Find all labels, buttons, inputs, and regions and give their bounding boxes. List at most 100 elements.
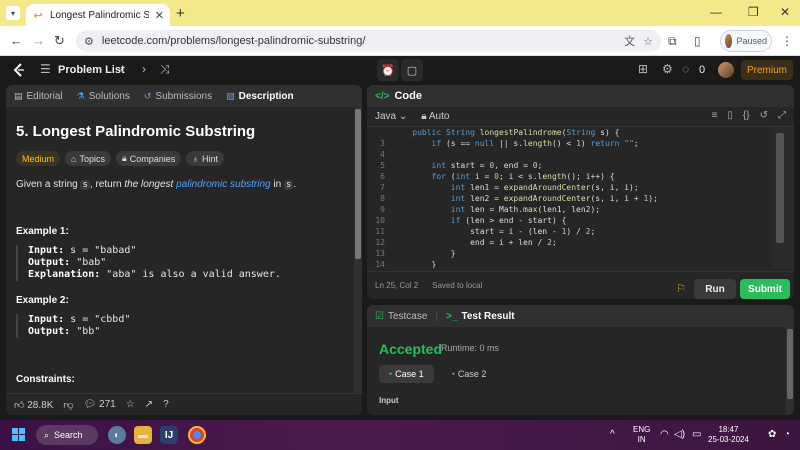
reload-icon[interactable]: ↻ [54, 33, 65, 49]
url-box[interactable]: ⚙ leetcode.com/problems/longest-palindro… [76, 30, 661, 52]
code-toolbar: Java ⌄ 🔒︎ Auto ≡ ▯ {} ↺ ⤢ [367, 107, 794, 127]
forward-icon[interactable]: → [32, 33, 45, 48]
tab-testcase[interactable]: ☑ Testcase [375, 311, 427, 322]
code-line[interactable]: 14 } [367, 259, 772, 268]
code-line[interactable]: 3 if (s == null || s.length() < 1) retur… [367, 138, 772, 149]
battery-icon[interactable]: ▭ [692, 429, 701, 440]
translate-icon[interactable]: 文 [624, 33, 635, 49]
side-panel-icon[interactable]: ▯ [694, 34, 701, 48]
next-problem-icon[interactable]: › [142, 62, 146, 76]
chrome-icon[interactable] [188, 426, 206, 444]
case-1-tab[interactable]: • Case 1 [379, 365, 434, 383]
editor-scrollbar[interactable] [772, 127, 794, 268]
topics-chip[interactable]: ⌂ Topics [65, 151, 111, 166]
new-tab-icon[interactable]: + [176, 5, 185, 22]
format-icon[interactable]: ≡ [712, 110, 718, 121]
code-line[interactable]: 6 for (int i = 0; i < s.length(); i++) { [367, 171, 772, 182]
taskbar-search[interactable]: ⌕ Search [36, 425, 98, 445]
code-editor[interactable]: public String longestPalindrome(String s… [367, 127, 772, 268]
bookmark-icon[interactable]: ▯ [727, 110, 733, 121]
problem-list-icon[interactable]: ☰ [40, 62, 51, 76]
close-window-icon[interactable]: ✕ [780, 5, 790, 19]
braces-icon[interactable]: {} [743, 110, 750, 121]
debug-icon[interactable]: ⚐ [676, 282, 686, 295]
prev-problem-icon[interactable]: ‹ [120, 62, 124, 76]
scrollbar-thumb[interactable] [355, 109, 361, 259]
site-info-icon[interactable]: ⚙ [84, 35, 94, 48]
layout-grid-icon[interactable]: ⊞ [638, 62, 648, 76]
minimize-icon[interactable]: — [710, 5, 722, 19]
file-explorer-icon[interactable]: ▬ [134, 426, 152, 444]
code-line[interactable]: 9 int len = Math.max(len1, len2); [367, 204, 772, 215]
leetcode-logo-icon[interactable] [12, 63, 26, 77]
code-line[interactable]: 5 int start = 0, end = 0; [367, 160, 772, 171]
desc-text: in [270, 179, 284, 190]
volume-icon[interactable]: ◁) [674, 429, 685, 440]
tab-search-icon[interactable]: ▾ [6, 6, 20, 20]
streak-fire-icon[interactable]: ◌ [682, 62, 689, 76]
case-2-tab[interactable]: • Case 2 [442, 365, 497, 383]
shuffle-icon[interactable]: ⤨ [160, 62, 170, 77]
timer-icon[interactable]: ⏰ [377, 59, 399, 81]
settings-gear-icon[interactable]: ⚙ [662, 62, 673, 76]
companies-chip[interactable]: 🔒︎ Companies [115, 151, 182, 166]
favorite-star-icon[interactable]: ☆ [126, 399, 135, 410]
url-text[interactable]: leetcode.com/problems/longest-palindromi… [102, 35, 616, 47]
code-line[interactable]: 11 start = i - (len - 1) / 2; [367, 226, 772, 237]
widgets-icon[interactable]: ◐ [108, 426, 126, 444]
tray-overflow-icon[interactable]: ^ [610, 429, 615, 440]
palindromic-substring-link[interactable]: palindromic substring [176, 179, 271, 190]
fullscreen-icon[interactable]: ⤢ [778, 110, 786, 121]
like-button[interactable]: 👍︎ 28.8K [14, 399, 53, 411]
extensions-icon[interactable]: ⧉ [668, 34, 677, 49]
auto-mode-toggle[interactable]: 🔒︎ Auto [421, 111, 449, 122]
tab-editorial[interactable]: ▤ Editorial [14, 91, 63, 102]
intellij-icon[interactable]: IJ [160, 426, 178, 444]
taskbar-clock[interactable]: 18:47 25-03-2024 [708, 425, 749, 445]
bookmark-star-icon[interactable]: ☆ [643, 35, 653, 48]
language-indicator[interactable]: ENG IN [633, 425, 650, 445]
result-scrollbar[interactable] [786, 327, 794, 415]
wifi-icon[interactable]: ◠ [660, 429, 669, 440]
description-scrollbar[interactable] [354, 107, 362, 393]
case-1-label: Case 1 [395, 369, 424, 379]
code-line[interactable]: 7 int len1 = expandAroundCenter(s, i, i)… [367, 182, 772, 193]
run-button[interactable]: Run [694, 279, 736, 299]
companies-label: Companies [129, 153, 176, 164]
profile-status: Paused [736, 36, 767, 46]
language-select[interactable]: Java ⌄ [375, 111, 407, 122]
hint-chip[interactable]: ♁ Hint [186, 151, 225, 166]
windows-start-icon[interactable] [12, 428, 26, 442]
code-line[interactable]: 13 } [367, 248, 772, 259]
notifications-icon[interactable]: ◔ [784, 429, 790, 440]
tab-solutions[interactable]: ⚗ Solutions [77, 91, 130, 102]
tab-test-result[interactable]: >_ Test Result [446, 311, 515, 322]
code-line[interactable]: 8 int len2 = expandAroundCenter(s, i, i … [367, 193, 772, 204]
help-icon[interactable]: ? [163, 399, 169, 410]
profile-button[interactable]: Paused [720, 30, 772, 52]
share-icon[interactable]: ↗ [145, 399, 153, 410]
code-line[interactable]: 10 if (len > end - start) { [367, 215, 772, 226]
thumbs-down-icon[interactable]: 👎︎ [63, 399, 73, 411]
code-text: end = i + len / 2; [393, 238, 557, 247]
close-tab-icon[interactable]: ✕ [155, 9, 164, 22]
problem-list-link[interactable]: Problem List [58, 64, 125, 76]
code-line[interactable]: 12 end = i + len / 2; [367, 237, 772, 248]
browser-tab[interactable]: ↩ Longest Palindromic Substring ✕ [26, 4, 170, 26]
browser-menu-icon[interactable]: ⋮ [781, 34, 793, 48]
scrollbar-thumb[interactable] [787, 329, 793, 399]
restore-icon[interactable]: ❐ [748, 5, 759, 19]
code-line[interactable]: 4 [367, 149, 772, 160]
back-icon[interactable]: ← [10, 33, 23, 48]
user-avatar[interactable] [718, 62, 734, 78]
premium-button[interactable]: Premium [741, 60, 793, 80]
submit-button[interactable]: Submit [740, 279, 790, 299]
reset-icon[interactable]: ↺ [760, 110, 768, 121]
code-line[interactable]: public String longestPalindrome(String s… [367, 127, 772, 138]
comments-button[interactable]: 💬︎ 271 [84, 399, 116, 410]
tab-description[interactable]: ▧ Description [226, 91, 294, 102]
scrollbar-thumb[interactable] [776, 133, 784, 243]
notes-icon[interactable]: ▢ [401, 59, 423, 81]
tab-submissions[interactable]: ↺ Submissions [144, 91, 212, 102]
copilot-icon[interactable]: ✿ [768, 429, 776, 440]
